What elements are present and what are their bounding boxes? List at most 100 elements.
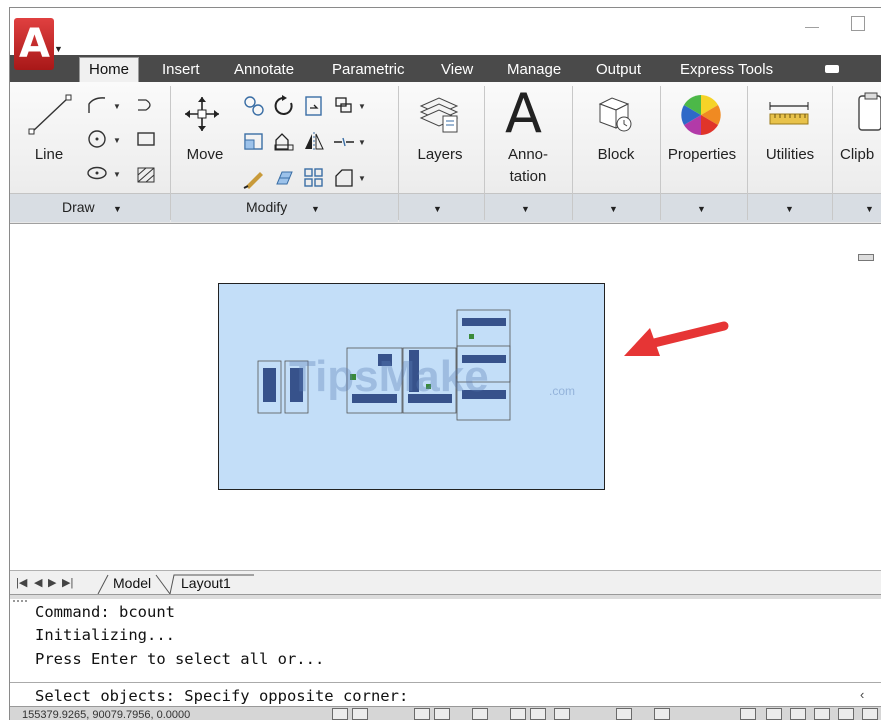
tab-insert[interactable]: Insert bbox=[162, 60, 200, 80]
block-icon[interactable] bbox=[594, 92, 636, 136]
status-bar: 155379.9265, 90079.7956, 0.0000 bbox=[10, 706, 881, 720]
chevron-down-icon[interactable]: ▼ bbox=[113, 102, 121, 111]
minimize-icon[interactable]: — bbox=[805, 18, 819, 34]
chevron-down-icon[interactable]: ▼ bbox=[433, 204, 442, 214]
line-icon[interactable] bbox=[28, 92, 74, 138]
tab-parametric[interactable]: Parametric bbox=[332, 60, 405, 80]
rectangle-icon[interactable] bbox=[134, 128, 158, 150]
lineweight-icon[interactable] bbox=[530, 708, 546, 720]
rotate-icon[interactable] bbox=[272, 94, 296, 118]
workspace-icon[interactable] bbox=[766, 708, 782, 720]
layers-icon[interactable] bbox=[417, 92, 461, 136]
clipboard-label: Clipb bbox=[840, 146, 875, 163]
chevron-down-icon[interactable]: ▼ bbox=[609, 204, 618, 214]
chevron-down-icon[interactable]: ▼ bbox=[113, 204, 122, 214]
quick-view-icon[interactable] bbox=[616, 708, 632, 720]
mirror-icon[interactable] bbox=[302, 130, 326, 154]
command-history-line: Command: bcount bbox=[35, 603, 175, 621]
modify-panel-title[interactable]: Modify bbox=[246, 199, 287, 215]
ribbon-minimize-toggle[interactable] bbox=[825, 65, 839, 73]
clipboard-icon[interactable] bbox=[845, 92, 881, 136]
chevron-down-icon[interactable]: ▼ bbox=[358, 174, 366, 183]
ribbon: Line ▼ ▼ ▼ Move ▼ ▼ ▼ Layers A Anno- tat… bbox=[10, 82, 881, 224]
fillet-icon[interactable] bbox=[332, 94, 356, 118]
chevron-down-icon: ▼ bbox=[54, 44, 63, 54]
chevron-down-icon[interactable]: ▼ bbox=[697, 204, 706, 214]
chevron-down-icon[interactable]: ▼ bbox=[865, 204, 874, 214]
break-icon[interactable] bbox=[332, 130, 356, 154]
line-label: Line bbox=[34, 146, 64, 163]
erase-icon[interactable] bbox=[242, 166, 266, 190]
tab-view[interactable]: View bbox=[441, 60, 473, 80]
chamfer-icon[interactable] bbox=[332, 166, 356, 190]
application-menu-button[interactable]: A ▼ bbox=[10, 14, 64, 76]
viewport-minimize-icon[interactable] bbox=[858, 254, 874, 261]
chevron-down-icon[interactable]: ▼ bbox=[358, 102, 366, 111]
watermark-suffix: .com bbox=[549, 384, 575, 398]
dynamic-input-icon[interactable] bbox=[510, 708, 526, 720]
block-label: Block bbox=[597, 146, 635, 163]
layers-label: Layers bbox=[417, 146, 463, 163]
tab-annotate[interactable]: Annotate bbox=[234, 60, 294, 80]
chevron-down-icon[interactable]: ▼ bbox=[113, 136, 121, 145]
move-label: Move bbox=[186, 146, 224, 163]
chevron-left-icon[interactable]: ‹ bbox=[860, 687, 864, 702]
coordinate-readout: 155379.9265, 90079.7956, 0.0000 bbox=[22, 709, 191, 720]
settings-icon[interactable] bbox=[838, 708, 854, 720]
red-pointer-arrow bbox=[624, 321, 729, 356]
trim-icon[interactable] bbox=[302, 94, 326, 118]
command-window-grip-icon[interactable] bbox=[13, 600, 27, 606]
arc-icon[interactable] bbox=[134, 94, 158, 116]
chevron-down-icon[interactable]: ▼ bbox=[113, 170, 121, 179]
stretch-icon[interactable] bbox=[242, 130, 266, 154]
command-line[interactable]: Select objects: Specify opposite corner:… bbox=[10, 682, 881, 707]
tab-home[interactable]: Home bbox=[79, 57, 140, 82]
chevron-down-icon[interactable]: ▼ bbox=[521, 204, 530, 214]
layout-view-icon[interactable] bbox=[654, 708, 670, 720]
osnap-icon[interactable] bbox=[434, 708, 450, 720]
scale-icon[interactable] bbox=[272, 130, 296, 154]
explode-icon[interactable] bbox=[272, 166, 296, 190]
grid-icon[interactable] bbox=[352, 708, 368, 720]
layout-tab-bar: |◀ ◀ ▶ ▶| Model Layout1 bbox=[10, 570, 881, 595]
utilities-label: Utilities bbox=[765, 146, 815, 163]
clean-screen-icon[interactable] bbox=[862, 708, 878, 720]
otrack-icon[interactable] bbox=[472, 708, 488, 720]
move-icon[interactable] bbox=[182, 94, 222, 134]
snap-icon[interactable] bbox=[332, 708, 348, 720]
ellipse-icon[interactable] bbox=[86, 164, 108, 182]
isolate-icon[interactable] bbox=[790, 708, 806, 720]
watermark-brand: TipsMake bbox=[289, 352, 489, 401]
draw-panel-title[interactable]: Draw bbox=[62, 199, 95, 215]
text-a-icon[interactable]: A bbox=[505, 84, 542, 144]
chevron-down-icon[interactable]: ▼ bbox=[311, 204, 320, 214]
prev-tab-icon[interactable]: ◀ bbox=[34, 576, 42, 589]
crosshair-icon[interactable] bbox=[554, 708, 570, 720]
title-bar: — bbox=[10, 8, 881, 55]
copy-icon[interactable] bbox=[242, 94, 266, 118]
hatch-icon[interactable] bbox=[134, 164, 158, 186]
first-tab-icon[interactable]: |◀ bbox=[16, 576, 27, 589]
last-tab-icon[interactable]: ▶| bbox=[62, 576, 73, 589]
array-icon[interactable] bbox=[302, 166, 326, 190]
drawing-thumbnails: TipsMake .com bbox=[257, 309, 575, 421]
polar-icon[interactable] bbox=[414, 708, 430, 720]
command-history-line: Press Enter to select all or... bbox=[35, 650, 325, 668]
toolbar-lock-icon[interactable] bbox=[814, 708, 830, 720]
polyline-icon[interactable] bbox=[86, 94, 108, 116]
maximize-icon[interactable] bbox=[851, 16, 865, 31]
next-tab-icon[interactable]: ▶ bbox=[48, 576, 56, 589]
circle-icon[interactable] bbox=[86, 128, 108, 150]
tab-output[interactable]: Output bbox=[596, 60, 641, 80]
command-history-line: Initializing... bbox=[35, 626, 175, 644]
color-wheel-icon[interactable] bbox=[678, 92, 724, 138]
autocad-window: — A ▼ Home Insert Annotate Parametric Vi… bbox=[9, 7, 881, 720]
tab-manage[interactable]: Manage bbox=[507, 60, 561, 80]
layout-viewport[interactable]: TipsMake .com bbox=[218, 283, 605, 490]
tab-express-tools[interactable]: Express Tools bbox=[680, 60, 773, 80]
command-history: Command: bcount Initializing... Press En… bbox=[10, 599, 881, 682]
chevron-down-icon[interactable]: ▼ bbox=[785, 204, 794, 214]
chevron-down-icon[interactable]: ▼ bbox=[358, 138, 366, 147]
measure-icon[interactable] bbox=[766, 100, 812, 130]
annotation-scale-icon[interactable] bbox=[740, 708, 756, 720]
